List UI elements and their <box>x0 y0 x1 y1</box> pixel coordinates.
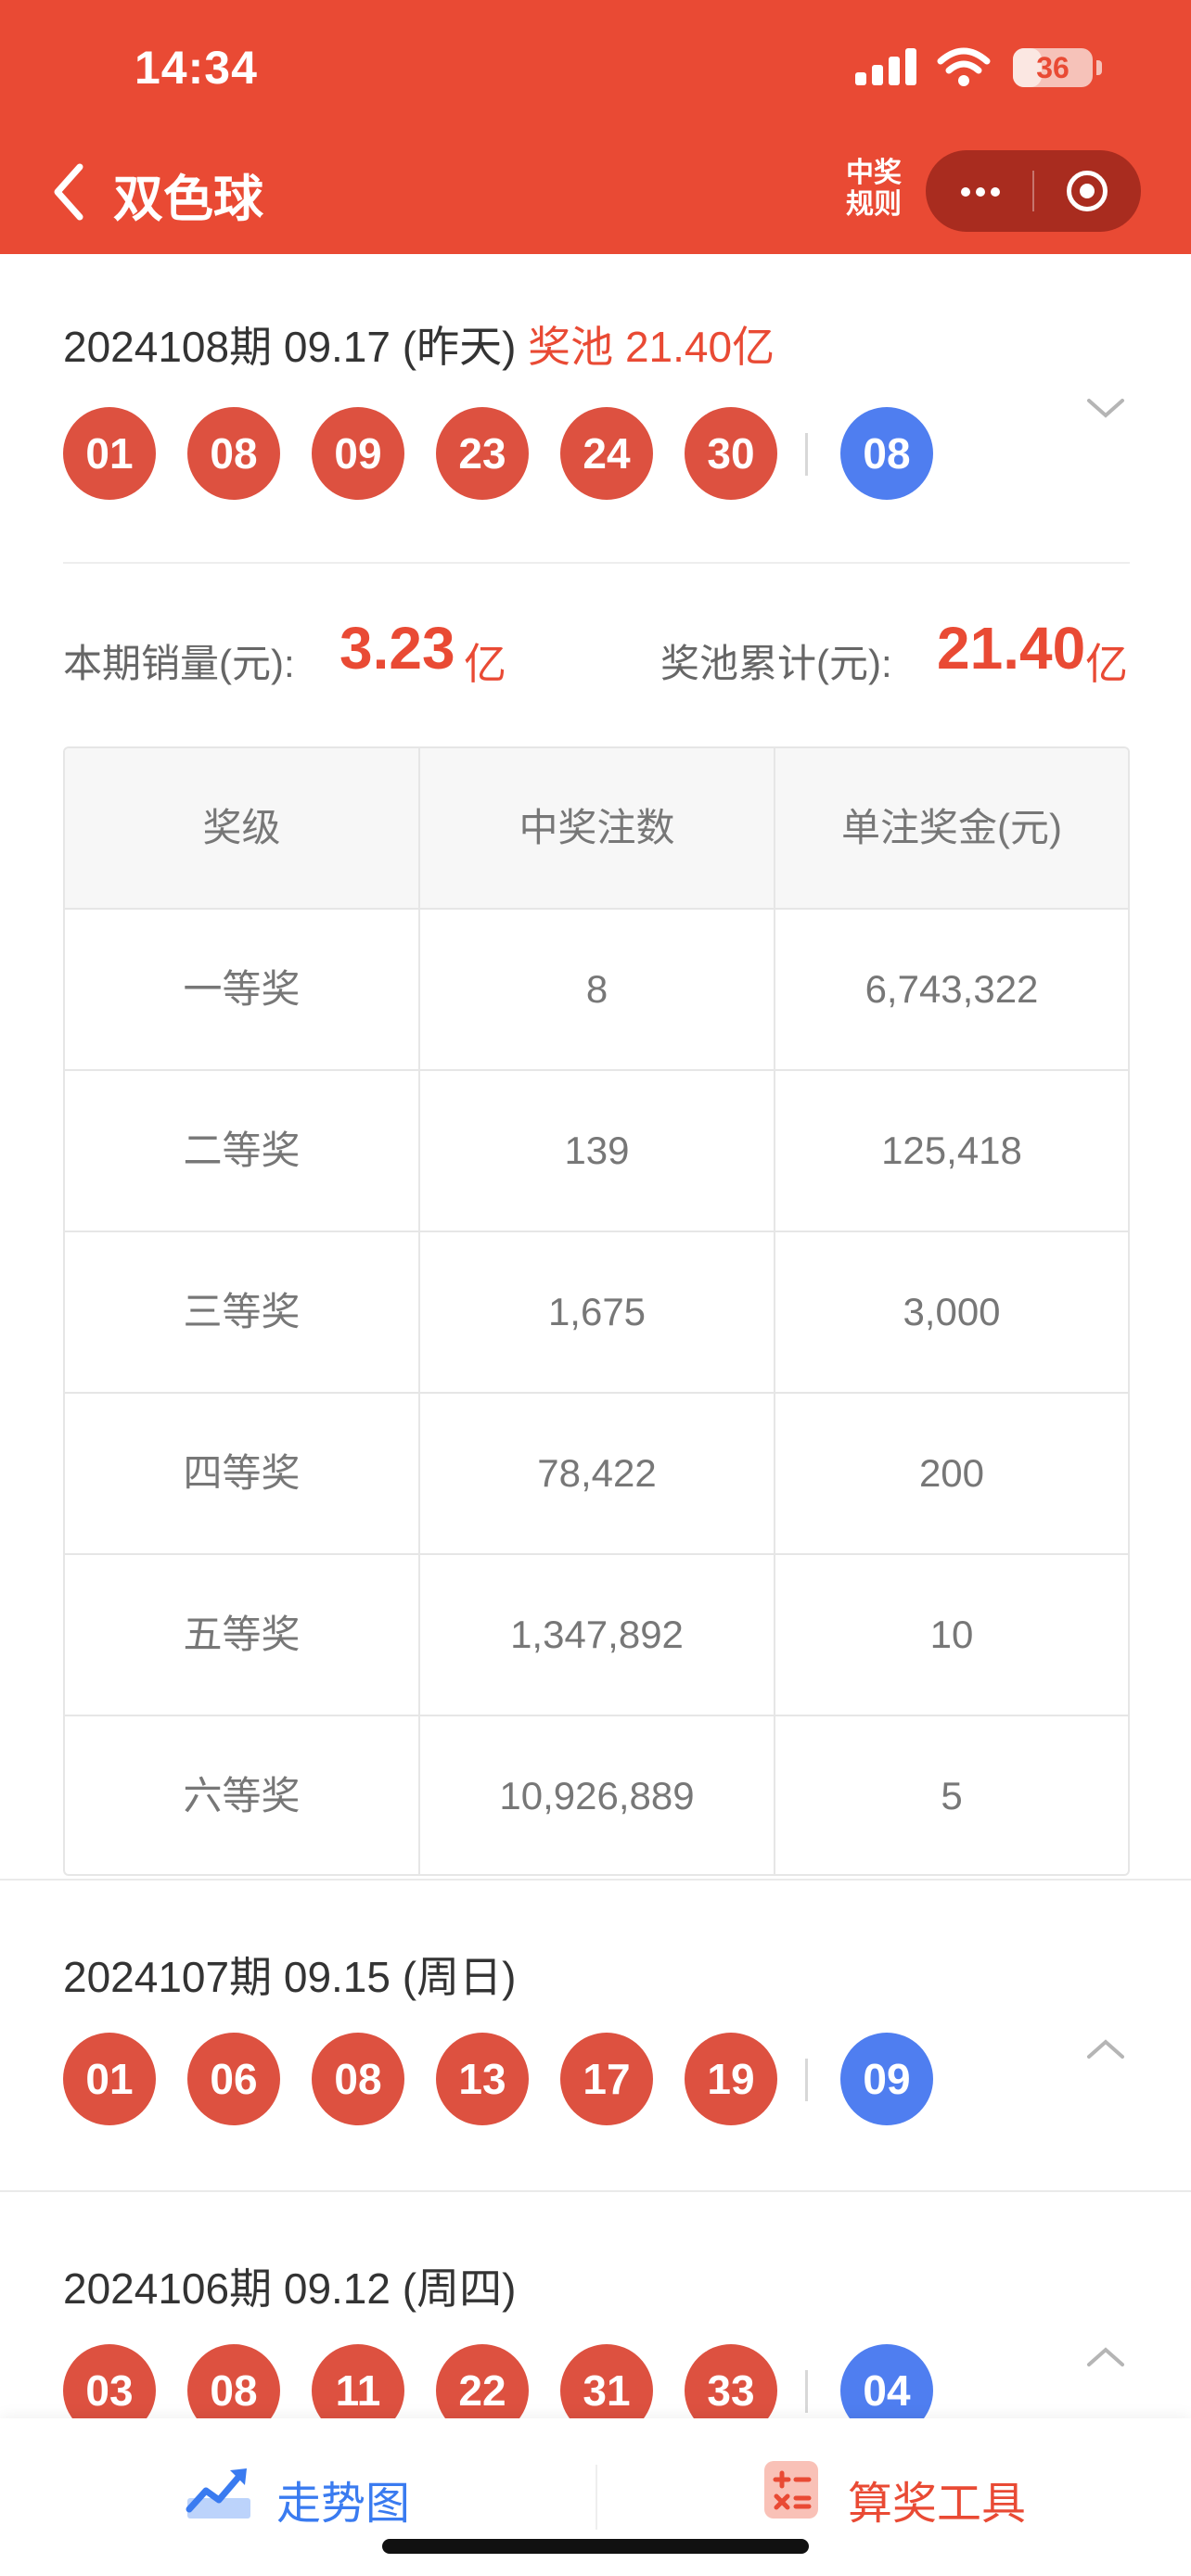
cellular-signal-icon <box>855 48 920 85</box>
sales-unit: 亿 <box>464 640 506 688</box>
red-ball: 24 <box>560 407 653 500</box>
prize-calculator-label: 算奖工具 <box>848 2480 1027 2529</box>
prize-rules-link[interactable]: 中奖 规则 <box>837 158 911 221</box>
red-ball: 31 <box>560 2344 653 2418</box>
winner-count: 1,347,892 <box>420 1555 775 1715</box>
red-ball: 01 <box>63 407 156 500</box>
ball-divider <box>805 2370 808 2413</box>
draw-title: 2024107期 09.15 (周日) <box>63 1944 516 2005</box>
prize-amount: 5 <box>941 1774 963 1817</box>
red-ball: 06 <box>187 2033 280 2125</box>
trend-chart-label: 走势图 <box>276 2480 411 2529</box>
prize-amount: 125,418 <box>881 1129 1022 1172</box>
prize-level: 四等奖 <box>65 1394 420 1553</box>
table-row: 一等奖 8 6,743,322 <box>65 910 1128 1071</box>
chevron-down-icon[interactable] <box>1083 395 1128 423</box>
ball-divider <box>805 2059 808 2101</box>
ball-divider <box>805 433 808 476</box>
table-row: 三等奖 1,675 3,000 <box>65 1232 1128 1394</box>
red-ball: 17 <box>560 2033 653 2125</box>
prize-table: 奖级 中奖注数 单注奖金(元) 一等奖 8 6,743,322 二等奖 139 … <box>63 746 1130 1876</box>
column-header: 单注奖金(元) <box>841 806 1062 849</box>
draw-period: 2024108期 09.17 (昨天) <box>63 323 517 371</box>
red-ball: 19 <box>685 2033 777 2125</box>
trend-chart-icon <box>186 2468 250 2519</box>
prize-amount: 200 <box>918 1451 985 1495</box>
draw-title: 2024108期 09.17 (昨天) 奖池 21.40亿 <box>63 313 775 375</box>
prize-amount: 10 <box>929 1613 974 1656</box>
prize-level: 三等奖 <box>65 1232 420 1392</box>
draw-item-2024107[interactable]: 2024107期 09.15 (周日) 01 06 08 13 17 19 09 <box>0 1881 1191 2192</box>
wifi-icon <box>937 47 991 86</box>
table-row: 二等奖 139 125,418 <box>65 1071 1128 1232</box>
prize-level: 五等奖 <box>65 1555 420 1715</box>
blue-ball: 09 <box>840 2033 933 2125</box>
red-ball: 08 <box>312 2033 404 2125</box>
ball-row: 03 08 11 22 31 33 04 <box>63 2344 991 2418</box>
red-ball: 09 <box>312 407 404 500</box>
calculator-icon <box>764 2461 818 2519</box>
red-ball: 01 <box>63 2033 156 2125</box>
divider <box>63 562 1130 564</box>
table-row: 五等奖 1,347,892 10 <box>65 1555 1128 1716</box>
prize-level: 一等奖 <box>65 910 420 1069</box>
chevron-up-icon[interactable] <box>1083 2342 1128 2370</box>
battery-nub <box>1096 60 1102 75</box>
table-row: 四等奖 78,422 200 <box>65 1394 1128 1555</box>
red-ball: 13 <box>436 2033 529 2125</box>
column-header: 奖级 <box>65 748 420 908</box>
more-dots-icon <box>961 187 970 197</box>
status-time: 14:34 <box>134 42 258 94</box>
prize-amount: 3,000 <box>903 1290 1001 1333</box>
pool-total-value: 21.40 <box>937 615 1086 682</box>
red-ball: 08 <box>187 407 280 500</box>
draw-period: 2024107期 09.15 (周日) <box>63 1953 517 2001</box>
winner-count: 1,675 <box>420 1232 775 1392</box>
column-header: 中奖注数 <box>420 748 775 908</box>
sales-value: 3.23 <box>339 615 455 682</box>
app-header: 14:34 36 双色球 中奖 规则 <box>0 0 1191 254</box>
draw-title: 2024106期 09.12 (周四) <box>63 2255 516 2316</box>
draw-item-2024106[interactable]: 2024106期 09.12 (周四) 03 08 11 22 31 33 04 <box>0 2192 1191 2418</box>
prize-calculator-tab[interactable]: 算奖工具 <box>597 2418 1154 2557</box>
table-header-row: 奖级 中奖注数 单注奖金(元) <box>65 748 1128 910</box>
draw-period: 2024106期 09.12 (周四) <box>63 2264 517 2313</box>
prize-amount: 6,743,322 <box>864 967 1039 1011</box>
battery-level-text: 36 <box>1036 51 1069 84</box>
back-button[interactable] <box>48 159 95 224</box>
chevron-up-icon[interactable] <box>1083 2034 1128 2062</box>
trend-chart-tab[interactable]: 走势图 <box>0 2418 557 2557</box>
more-menu-button[interactable] <box>926 150 1033 232</box>
close-mini-program-button[interactable] <box>1033 150 1141 232</box>
blue-ball: 04 <box>840 2344 933 2418</box>
red-ball: 08 <box>187 2344 280 2418</box>
blue-ball: 08 <box>840 407 933 500</box>
draw-pool: 奖池 21.40亿 <box>528 323 775 371</box>
red-ball: 30 <box>685 407 777 500</box>
pool-total-unit: 亿 <box>1085 640 1128 688</box>
red-ball: 03 <box>63 2344 156 2418</box>
red-ball: 11 <box>312 2344 404 2418</box>
pool-total-label: 奖池累计(元): <box>660 642 892 685</box>
ball-row: 01 08 09 23 24 30 08 <box>63 407 991 500</box>
mini-program-capsule <box>926 150 1141 232</box>
red-ball: 23 <box>436 407 529 500</box>
home-indicator[interactable] <box>382 2539 809 2554</box>
winner-count: 8 <box>420 910 775 1069</box>
ball-row: 01 06 08 13 17 19 09 <box>63 2033 991 2125</box>
table-row: 六等奖 10,926,889 5 <box>65 1716 1128 1874</box>
battery-icon: 36 <box>1013 48 1093 87</box>
sales-label: 本期销量(元): <box>63 642 295 685</box>
winner-count: 139 <box>420 1071 775 1231</box>
red-ball: 33 <box>685 2344 777 2418</box>
winner-count: 78,422 <box>420 1394 775 1553</box>
red-ball: 22 <box>436 2344 529 2418</box>
page-title: 双色球 <box>113 172 263 227</box>
winner-count: 10,926,889 <box>420 1716 775 1874</box>
prize-level: 六等奖 <box>65 1716 420 1874</box>
prize-level: 二等奖 <box>65 1071 420 1231</box>
